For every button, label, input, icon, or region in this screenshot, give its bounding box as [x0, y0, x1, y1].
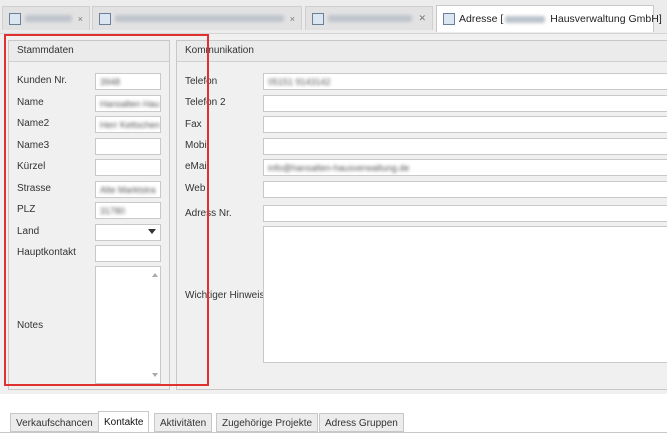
- field-value: Hansalten Hau: [100, 99, 160, 109]
- wichtiger-hinweis-label: Wichtiger Hinweis: [185, 290, 265, 301]
- doc-tab-adresse[interactable]: Adresse [ Hausverwaltung GmbH]: [436, 5, 662, 32]
- plz-label: PLZ: [17, 204, 36, 215]
- name-input[interactable]: Hansalten Hau: [95, 95, 161, 112]
- doc-tab-label-suffix: Hausverwaltung GmbH]: [550, 13, 662, 25]
- wichtiger-hinweis-textarea[interactable]: [263, 226, 667, 363]
- name-label: Name: [17, 97, 44, 108]
- land-select[interactable]: [95, 224, 161, 241]
- strasse-input[interactable]: Alte Marktstra: [95, 181, 161, 198]
- hauptkontakt-label: Hauptkontakt: [17, 247, 76, 258]
- kuerzel-label: Kürzel: [17, 161, 46, 172]
- email-input[interactable]: info@hansalten-hausverwaltung.de: [263, 159, 667, 176]
- field-value: 05151 9143142: [268, 77, 331, 87]
- document-icon: [443, 13, 455, 25]
- doc-tab-label: Adresse [ Hausverwaltung GmbH]: [459, 13, 662, 25]
- notes-textarea[interactable]: [95, 266, 161, 384]
- kunden-nr-label: Kunden Nr.: [17, 75, 68, 86]
- redacted-tab-title: [328, 15, 413, 22]
- telefon-input[interactable]: 05151 9143142: [263, 73, 667, 90]
- mobil-input[interactable]: [263, 138, 667, 155]
- bottom-tab-bar: Verkaufschancen Kontakte Aktivitäten Zug…: [0, 400, 667, 435]
- field-value: 3948: [100, 77, 121, 87]
- field-value: Herr Kettschen: [100, 120, 161, 130]
- kommunikation-title: Kommunikation: [177, 41, 667, 62]
- tab-divider: [0, 432, 667, 433]
- kuerzel-input[interactable]: [95, 159, 161, 176]
- redacted-tab-title: [115, 15, 284, 22]
- document-tab-bar: × × ✕ Adresse [ Hausverwaltung GmbH]: [0, 0, 667, 34]
- address-form: Stammdaten Kunden Nr. 3948 Name Hansalte…: [0, 34, 667, 394]
- notes-label: Notes: [17, 320, 44, 331]
- tab-close-icon[interactable]: ✕: [418, 13, 426, 24]
- kunden-nr-input[interactable]: 3948: [95, 73, 161, 90]
- doc-tab-2[interactable]: ×: [92, 6, 302, 30]
- tab-adress-gruppen[interactable]: Adress Gruppen: [319, 413, 404, 432]
- telefon2-label: Telefon 2: [185, 97, 226, 108]
- field-value: Alte Marktstra: [100, 185, 156, 195]
- tab-verkaufschancen[interactable]: Verkaufschancen: [10, 413, 99, 432]
- doc-tab-1[interactable]: ×: [2, 6, 90, 30]
- redacted-tab-title: [25, 15, 72, 22]
- tab-kontakte[interactable]: Kontakte: [98, 411, 150, 433]
- fax-input[interactable]: [263, 116, 667, 133]
- document-icon: [99, 12, 111, 25]
- name2-label: Name2: [17, 118, 50, 129]
- web-label: Web: [185, 183, 206, 194]
- land-label: Land: [17, 226, 40, 237]
- strasse-label: Strasse: [17, 183, 51, 194]
- hauptkontakt-input[interactable]: [95, 245, 161, 262]
- tab-close-icon[interactable]: ×: [78, 14, 83, 24]
- document-icon: [9, 12, 21, 25]
- plz-input[interactable]: 31780: [95, 202, 161, 219]
- scroll-down-icon[interactable]: [152, 373, 158, 377]
- field-value: 31780: [100, 206, 126, 216]
- name3-input[interactable]: [95, 138, 161, 155]
- stammdaten-group: Stammdaten Kunden Nr. 3948 Name Hansalte…: [8, 40, 170, 390]
- tab-close-icon[interactable]: ×: [290, 14, 295, 24]
- telefon2-input[interactable]: [263, 95, 667, 112]
- redacted-name: [505, 15, 546, 23]
- field-value: info@hansalten-hausverwaltung.de: [268, 163, 410, 173]
- chevron-down-icon[interactable]: [148, 229, 156, 234]
- email-label: eMail: [185, 161, 209, 172]
- name2-input[interactable]: Herr Kettschen: [95, 116, 161, 133]
- name3-label: Name3: [17, 140, 50, 151]
- scroll-up-icon[interactable]: [152, 273, 158, 277]
- stammdaten-title: Stammdaten: [9, 41, 169, 62]
- document-icon: [312, 12, 324, 25]
- adress-nr-label: Adress Nr.: [185, 208, 232, 219]
- doc-tab-label-prefix: Adresse [: [459, 13, 504, 25]
- doc-tab-3[interactable]: ✕: [305, 6, 433, 30]
- telefon-label: Telefon: [185, 76, 218, 87]
- mobil-label: Mobil: [185, 140, 209, 151]
- fax-label: Fax: [185, 119, 202, 130]
- adress-nr-input[interactable]: [263, 205, 667, 222]
- tab-aktivitaeten[interactable]: Aktivitäten: [154, 413, 213, 432]
- web-input[interactable]: [263, 181, 667, 198]
- kommunikation-group: Kommunikation Telefon 05151 9143142 Tele…: [176, 40, 667, 390]
- tab-zugehoerige-projekte[interactable]: Zugehörige Projekte: [216, 413, 319, 432]
